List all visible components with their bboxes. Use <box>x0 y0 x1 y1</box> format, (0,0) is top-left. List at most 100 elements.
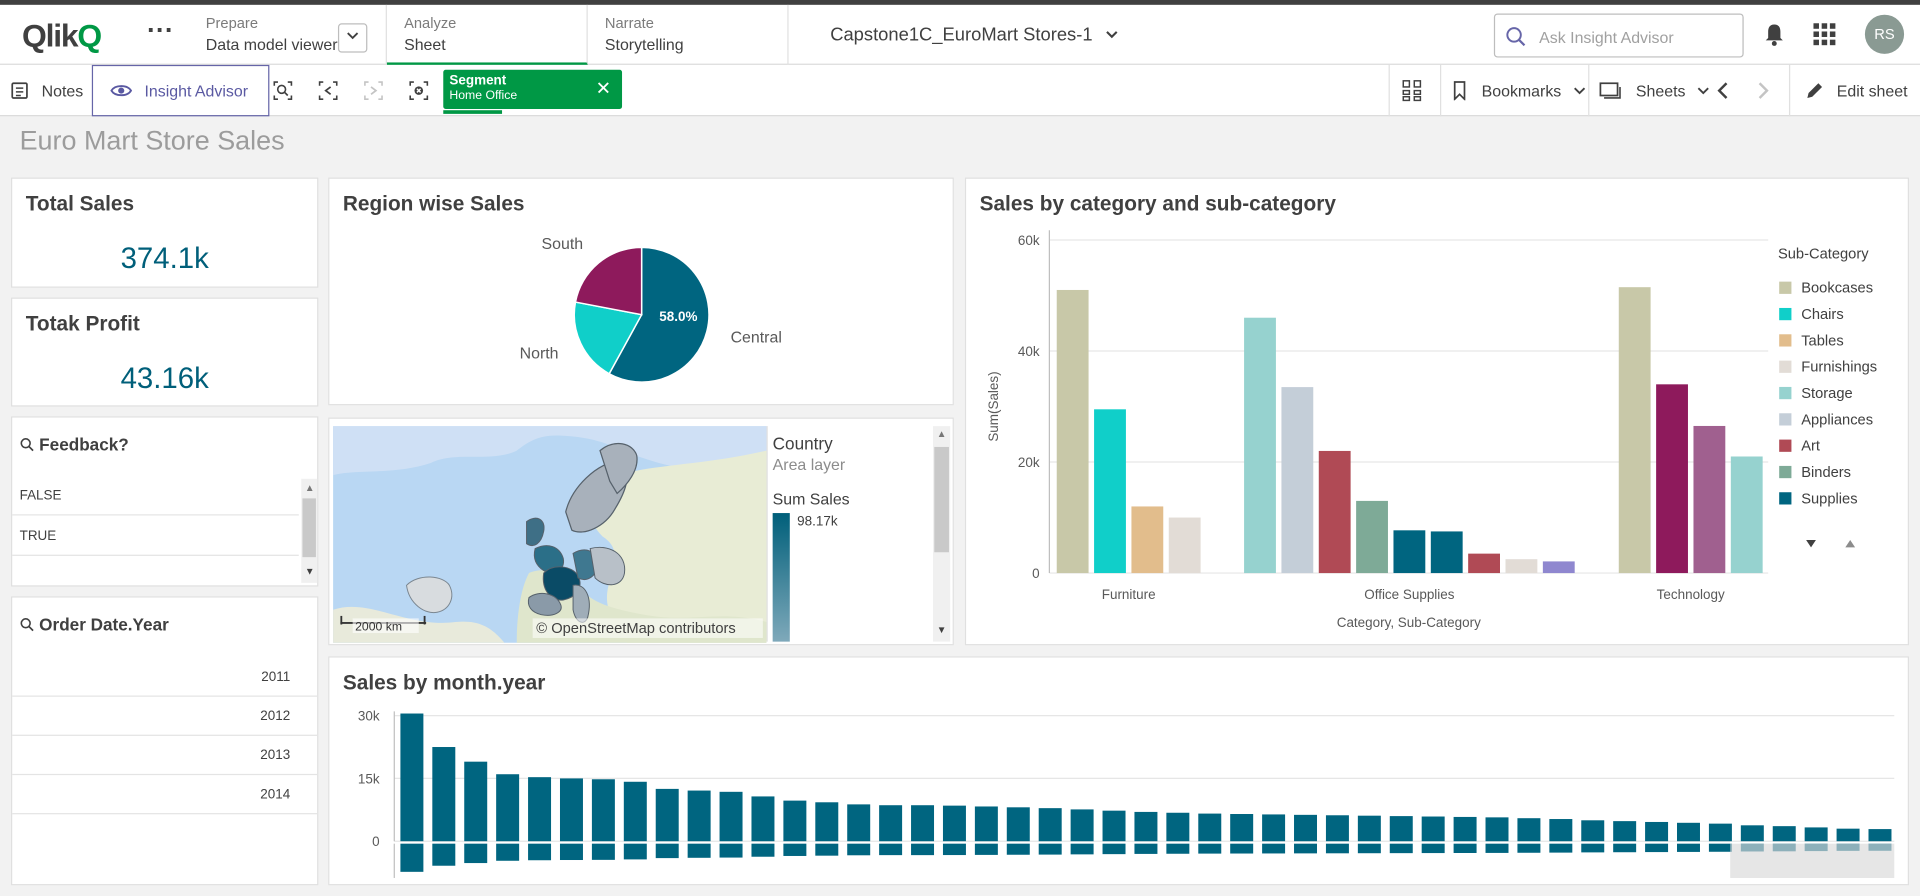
search-icon <box>1506 27 1526 47</box>
list-item[interactable]: 2014 <box>12 775 318 815</box>
search-icon[interactable] <box>20 437 35 452</box>
monthly-bar-chart[interactable]: 30k 15k 0 <box>329 658 1910 887</box>
selection-chip-segment[interactable]: Segment Home Office ✕ <box>443 69 623 114</box>
bar-bookcases <box>1056 289 1089 574</box>
previous-sheet-icon[interactable] <box>1713 80 1735 102</box>
chevron-down-icon <box>347 32 359 40</box>
overview-bar <box>1517 843 1541 853</box>
sheets-button[interactable]: Sheets <box>1599 65 1710 116</box>
kpi-total-profit[interactable]: Totak Profit 43.16k <box>11 297 319 407</box>
month-bar <box>623 781 647 842</box>
legend-title: Sub-Category <box>1778 246 1869 262</box>
list-item[interactable]: 2011 <box>12 658 318 697</box>
assets-panel-icon[interactable] <box>1402 80 1424 102</box>
prepare-dropdown-button[interactable] <box>337 23 368 53</box>
app-title[interactable]: Capstone1C_EuroMart Stores-1 <box>830 24 1120 45</box>
next-sheet-icon[interactable] <box>1751 80 1773 102</box>
kpi-total-sales[interactable]: Total Sales 374.1k <box>11 177 319 288</box>
bar-art <box>1318 450 1351 574</box>
monthly-sales-panel[interactable]: Sales by month.year 30k 15k 0 <box>328 656 1910 887</box>
y-tick-label: 40k <box>1018 344 1040 359</box>
overview-bar <box>1421 843 1445 854</box>
scrollbar[interactable]: ▲ ▼ <box>301 478 318 583</box>
region-pie-chart[interactable]: Central North South 58.0% <box>329 179 955 407</box>
insight-search-input[interactable]: Ask Insight Advisor <box>1493 13 1744 58</box>
list-item-label: TRUE <box>19 528 57 544</box>
legend-scroll-up-icon[interactable] <box>1845 540 1856 548</box>
insight-advisor-button[interactable]: Insight Advisor <box>91 64 269 117</box>
close-icon[interactable]: ✕ <box>596 77 611 99</box>
bar-item <box>1693 425 1726 574</box>
legend-swatch <box>1779 307 1792 321</box>
step-forward-icon[interactable] <box>362 80 384 102</box>
x-axis-title: Category, Sub-Category <box>1337 615 1481 630</box>
overview-bar <box>1645 843 1669 853</box>
tab-narrate[interactable]: Narrate Storytelling <box>588 4 789 65</box>
tab-analyze[interactable]: Analyze Sheet <box>386 4 588 65</box>
scroll-down-icon[interactable]: ▼ <box>305 566 315 577</box>
apps-grid-icon[interactable] <box>1812 22 1836 46</box>
overview-bar <box>687 843 711 858</box>
notes-button[interactable]: Notes <box>10 65 83 116</box>
user-avatar[interactable]: RS <box>1864 14 1905 54</box>
overview-scroll-window[interactable] <box>1730 843 1895 878</box>
month-bar <box>1549 819 1573 842</box>
category-sales-panel[interactable]: Sales by category and sub-category 60k 40… <box>964 177 1910 647</box>
list-item[interactable]: 2013 <box>12 736 318 776</box>
map-panel[interactable]: 2000 km © OpenStreetMap contributors Cou… <box>328 417 954 646</box>
month-bar <box>751 796 775 842</box>
overview-bar <box>559 843 583 861</box>
scroll-up-icon[interactable]: ▲ <box>305 482 315 493</box>
y-tick-label: 20k <box>1018 455 1040 470</box>
overview-bar <box>942 843 966 856</box>
month-bar <box>1230 814 1254 842</box>
month-bar <box>911 805 935 842</box>
scroll-thumb[interactable] <box>302 498 316 558</box>
search-icon[interactable] <box>20 617 35 632</box>
list-item[interactable]: FALSE <box>12 476 299 516</box>
bar-storage <box>1244 317 1276 574</box>
x-category-label: Furniture <box>1102 587 1156 602</box>
list-item[interactable]: 2012 <box>12 697 318 736</box>
month-bar <box>1166 812 1190 842</box>
listbox-title: Feedback? <box>39 434 129 455</box>
month-bar <box>847 804 871 842</box>
bell-icon[interactable] <box>1763 22 1785 46</box>
chevron-down-icon <box>1574 87 1586 95</box>
scrollbar[interactable]: ▲ ▼ <box>933 426 951 642</box>
legend-scroll-down-icon[interactable] <box>1806 540 1816 548</box>
qlik-logo[interactable]: QlikQ <box>22 17 102 55</box>
more-menu-icon[interactable]: ··· <box>147 15 174 47</box>
kpi-title: Totak Profit <box>25 312 140 336</box>
scroll-thumb[interactable] <box>934 446 949 553</box>
overview-bar <box>1166 843 1190 854</box>
notes-icon <box>11 82 28 99</box>
overview-bar <box>400 843 424 872</box>
category-bar-chart[interactable]: 60k 40k 20k 0 Sum(Sales) Category, Sub-Catego… <box>966 179 1910 647</box>
month-bar <box>879 805 903 842</box>
legend-item: Binders <box>1801 465 1851 481</box>
order-year-listbox[interactable]: Order Date.Year 2011 2012 2013 2014 <box>11 596 319 886</box>
month-bar <box>687 790 711 842</box>
edit-sheet-button[interactable]: Edit sheet <box>1805 65 1908 116</box>
tab-analyze-big: Sheet <box>404 35 446 54</box>
europe-map[interactable]: 2000 km © OpenStreetMap contributors <box>333 426 767 643</box>
bookmarks-button[interactable]: Bookmarks <box>1452 65 1586 116</box>
list-item[interactable]: TRUE <box>12 517 299 556</box>
bar-item <box>1618 287 1651 574</box>
scroll-up-icon[interactable]: ▲ <box>937 429 947 440</box>
bar-item <box>1430 531 1463 574</box>
list-item-label: FALSE <box>19 488 62 504</box>
feedback-listbox[interactable]: Feedback? FALSE TRUE ▲ ▼ <box>11 416 319 587</box>
step-back-icon[interactable] <box>317 80 339 102</box>
overview-bar <box>847 843 871 856</box>
scroll-down-icon[interactable]: ▼ <box>937 624 947 635</box>
region-sales-panel[interactable]: Region wise Sales Central North South 58.0% <box>328 177 955 407</box>
legend-item: Bookcases <box>1801 281 1873 297</box>
overview-bar <box>1708 843 1732 852</box>
legend-max-value: 98.17k <box>797 514 838 529</box>
smart-search-icon[interactable] <box>272 80 294 102</box>
kpi-value: 374.1k <box>120 242 209 276</box>
legend-item: Appliances <box>1801 412 1873 428</box>
clear-selections-icon[interactable] <box>408 80 430 102</box>
